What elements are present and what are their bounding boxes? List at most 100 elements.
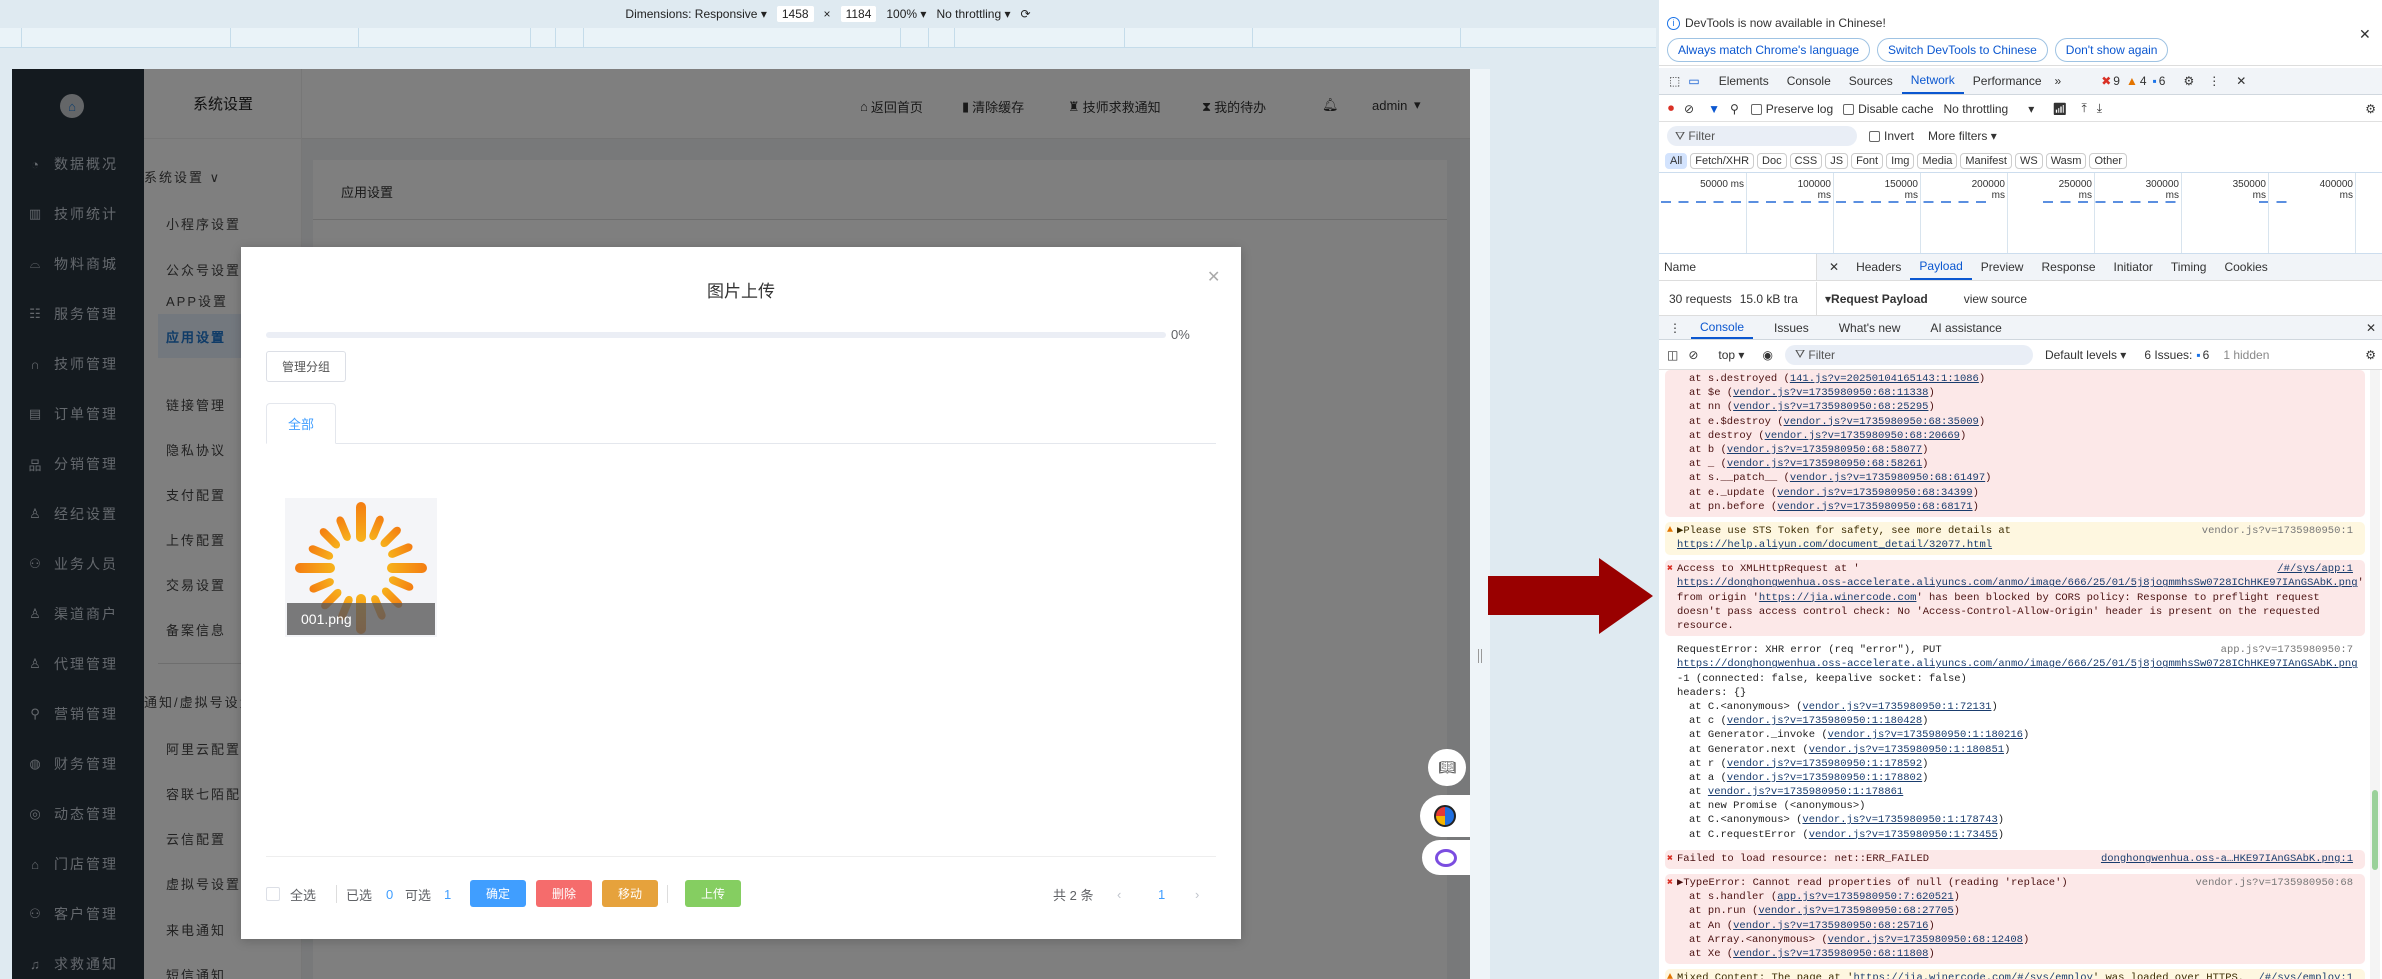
clear-console-icon[interactable]: ⊘	[1688, 348, 1698, 362]
detail-tab[interactable]: Initiator	[2105, 254, 2162, 280]
extension-palette-icon[interactable]	[1420, 795, 1470, 837]
source-link[interactable]: vendor.js?v=1735980950:68:58261	[1727, 458, 1922, 470]
source-link[interactable]: https://donghongwenhua.oss-accelerate.al…	[1677, 658, 2358, 670]
source-link[interactable]: vendor.js?v=1735980950:68:58077	[1727, 444, 1922, 456]
search-icon[interactable]: ⚲	[1730, 102, 1739, 116]
console-settings-icon[interactable]: ⚙	[2365, 348, 2376, 362]
source-link[interactable]: vendor.js?v=1735980950:68:25295	[1733, 401, 1928, 413]
type-filter-button[interactable]: JS	[1825, 152, 1849, 169]
book-icon[interactable]: 📖︎	[1428, 749, 1466, 786]
type-filter-button[interactable]: Fetch/XHR	[1690, 152, 1755, 169]
type-filter-button[interactable]: Other	[2089, 152, 2127, 169]
warning-count-icon[interactable]: ▲	[2126, 74, 2138, 88]
source-link[interactable]: https://jia.winercode.com	[1759, 592, 1917, 604]
source-link[interactable]: 141.js?v=20250104165143:1:1086	[1790, 373, 1979, 385]
console-message-info[interactable]: app.js?v=1735980950:7 RequestError: XHR e…	[1665, 641, 2365, 845]
console-message-error[interactable]: at s.destroyed (141.js?v=20250104165143:…	[1665, 370, 2365, 517]
console-scrollbar[interactable]	[2370, 370, 2380, 979]
rotate-icon[interactable]: ⟳	[1021, 7, 1031, 21]
message-source-link[interactable]: donghongwenhua.oss-a…HKE97IAnGSAbK.png:1	[2101, 852, 2353, 866]
delete-button[interactable]: 删除	[536, 880, 592, 907]
request-payload-toggle[interactable]: ▾Request Payload	[1825, 292, 1928, 306]
tab-all[interactable]: 全部	[266, 403, 336, 444]
type-filter-button[interactable]: Manifest	[1960, 152, 2012, 169]
width-input[interactable]: 1458	[776, 6, 814, 22]
console-message-warn[interactable]: ▲ /#/sys/employ:1 Mixed Content: The page …	[1665, 969, 2365, 979]
assistant-face-icon[interactable]	[1422, 840, 1470, 875]
devtools-tab[interactable]: Elements	[1710, 68, 1778, 94]
view-source-link[interactable]: view source	[1964, 292, 2027, 306]
close-devtools-icon[interactable]: ✕	[2236, 74, 2246, 88]
zoom-select[interactable]: 100% ▾	[886, 7, 926, 21]
devtools-tab[interactable]: Sources	[1840, 68, 1902, 94]
network-overview-timeline[interactable]: 50000 ms 100000 ms 150000 ms 200000 ms 25000…	[1659, 172, 2382, 254]
source-link[interactable]: vendor.js?v=1735980950:68:35009	[1784, 416, 1979, 428]
network-conditions-icon[interactable]: 📶︎	[2052, 102, 2067, 116]
source-link[interactable]: vendor.js?v=1735980950:68:11808	[1733, 948, 1928, 960]
kebab-menu-icon[interactable]: ⋮	[2208, 74, 2220, 88]
source-link[interactable]: vendor.js?v=1735980950:68:68171	[1777, 501, 1972, 513]
source-link[interactable]: vendor.js?v=1735980950:68:61497	[1790, 472, 1985, 484]
close-icon[interactable]: ✕	[1207, 267, 1220, 287]
import-har-icon[interactable]: ⤒	[2081, 101, 2086, 116]
source-link[interactable]: vendor.js?v=1735980950:1:178592	[1727, 758, 1922, 770]
next-page-icon[interactable]: ›	[1195, 884, 1199, 904]
detail-tab[interactable]: Response	[2032, 254, 2104, 280]
page-number[interactable]: 1	[1158, 884, 1165, 904]
source-link[interactable]: vendor.js?v=1735980950:1:178743	[1802, 814, 1997, 826]
throttle-select[interactable]: No throttling ▾	[1944, 102, 2035, 116]
scrollbar-thumb[interactable]	[2372, 790, 2378, 870]
throttle-select[interactable]: No throttling ▾	[936, 7, 1010, 21]
source-link[interactable]: vendor.js?v=1735980950:1:180216	[1828, 729, 2023, 741]
inspect-element-icon[interactable]: ⬚	[1669, 74, 1680, 88]
type-filter-button[interactable]: WS	[2014, 152, 2043, 169]
type-filter-button[interactable]: Img	[1886, 152, 1915, 169]
detail-tab[interactable]: Payload	[1910, 254, 1972, 280]
type-filter-button[interactable]: All	[1665, 152, 1688, 169]
clear-icon[interactable]: ⊘	[1684, 102, 1694, 116]
name-column-header[interactable]: Name	[1659, 254, 1817, 280]
source-link[interactable]: vendor.js?v=1735980950:1:178861	[1708, 786, 1903, 798]
message-source-link[interactable]: app.js?v=1735980950:7	[2221, 643, 2353, 657]
filter-funnel-icon[interactable]: ▼	[1708, 102, 1720, 116]
image-item[interactable]: 001.png	[285, 498, 437, 637]
live-expression-eye-icon[interactable]: ◉	[1762, 348, 1772, 362]
type-filter-button[interactable]: Font	[1851, 152, 1884, 169]
source-link[interactable]: vendor.js?v=1735980950:1:73455	[1809, 829, 1998, 841]
more-filters-dropdown[interactable]: More filters ▾	[1928, 129, 1997, 143]
drawer-tab[interactable]: AI assistance	[1921, 316, 2010, 339]
export-har-icon[interactable]: ⤓	[2097, 101, 2102, 116]
source-link[interactable]: vendor.js?v=1735980950:1:180851	[1809, 744, 2004, 756]
error-count-icon[interactable]: ✖	[2101, 74, 2111, 88]
more-tabs-icon[interactable]: »	[2055, 74, 2062, 88]
source-link[interactable]: vendor.js?v=1735980950:68:20669	[1765, 430, 1960, 442]
device-resize-handle[interactable]	[1470, 69, 1490, 979]
device-toggle-icon[interactable]: ▭	[1688, 74, 1699, 88]
source-link[interactable]: app.js?v=1735980950:7:620521	[1777, 891, 1953, 903]
source-link[interactable]: https://donghongwenhua.oss-accelerate.al…	[1677, 577, 2358, 589]
select-all-checkbox[interactable]	[266, 887, 280, 901]
type-filter-button[interactable]: CSS	[1789, 152, 1823, 169]
record-icon[interactable]: ⏺	[1668, 101, 1674, 116]
info-count-icon[interactable]: ▪	[2153, 74, 2157, 88]
type-filter-button[interactable]: Media	[1917, 152, 1958, 169]
network-filter-input[interactable]: ⛛ Filter	[1667, 126, 1857, 146]
console-message-error[interactable]: ✖ /#/sys/app:1 Access to XMLHttpRequest at…	[1665, 560, 2365, 637]
drawer-tab[interactable]: Issues	[1765, 316, 1818, 339]
log-levels-select[interactable]: Default levels ▾	[2045, 348, 2126, 362]
close-drawer-icon[interactable]: ✕	[2366, 321, 2376, 335]
source-link[interactable]: vendor.js?v=1735980950:1:72131	[1802, 701, 1991, 713]
select-all-label[interactable]: 全选	[290, 884, 316, 904]
console-message-warn[interactable]: ▲ vendor.js?v=1735980950:1 ▶Please use STS…	[1665, 521, 2365, 556]
manage-group-button[interactable]: 管理分组	[266, 351, 346, 382]
message-source-link[interactable]: vendor.js?v=1735980950:1	[2202, 524, 2353, 538]
console-message-error[interactable]: ✖ donghongwenhua.oss-a…HKE97IAnGSAbK.png:…	[1665, 849, 2365, 869]
message-source-link[interactable]: /#/sys/app:1	[2277, 562, 2353, 576]
drawer-tab[interactable]: Console	[1691, 316, 1754, 339]
source-link[interactable]: vendor.js?v=1735980950:68:27705	[1758, 905, 1953, 917]
settings-gear-icon[interactable]: ⚙	[2183, 74, 2194, 88]
disable-cache-checkbox[interactable]: Disable cache	[1843, 102, 1934, 116]
devtools-tab[interactable]: Console	[1778, 68, 1840, 94]
detail-tab[interactable]: Headers	[1847, 254, 1910, 280]
source-link[interactable]: vendor.js?v=1735980950:68:12408	[1828, 934, 2023, 946]
